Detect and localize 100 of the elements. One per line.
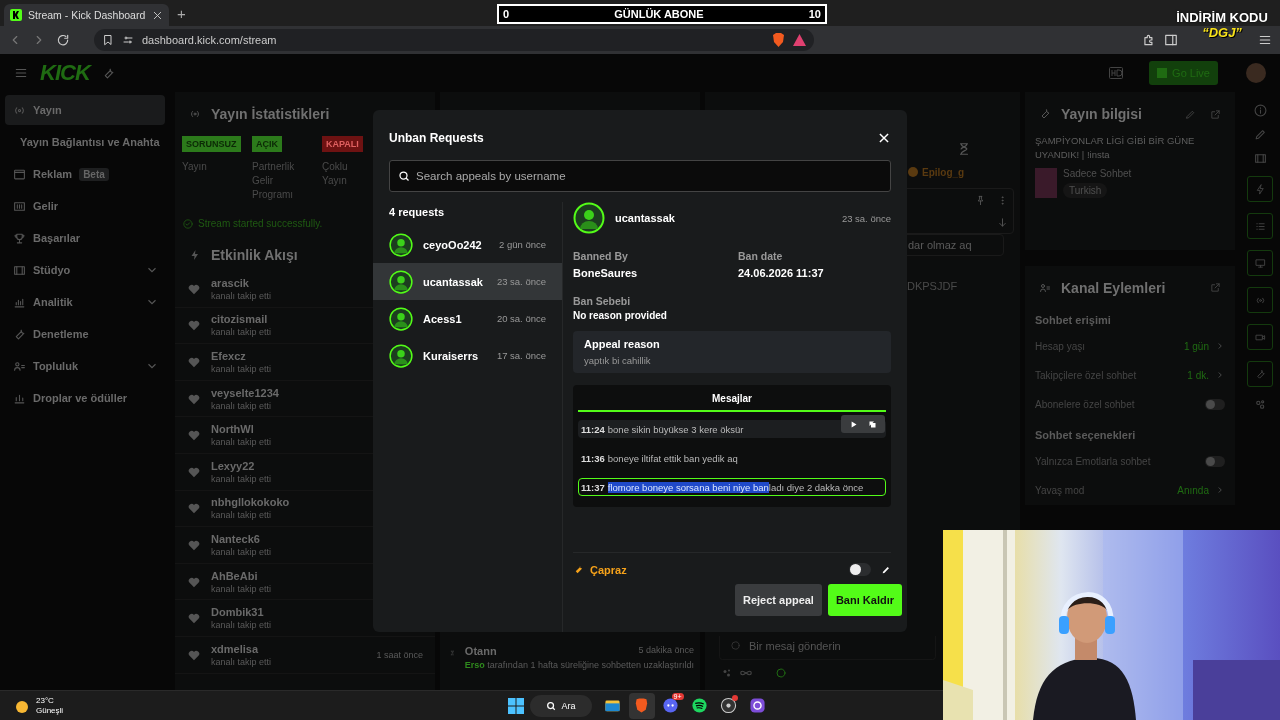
- menu-icon[interactable]: [1258, 33, 1272, 47]
- heart-icon: [187, 355, 201, 369]
- address-bar[interactable]: dashboard.kick.com/stream: [94, 29, 814, 51]
- event-username: Nanteck6: [211, 532, 260, 545]
- search-icon: [546, 700, 557, 711]
- site-settings-icon[interactable]: [122, 34, 134, 46]
- weather-condition: Güneşli: [36, 705, 64, 716]
- sidebar-item[interactable]: Droplar ve ödüller: [5, 383, 165, 413]
- info-icon[interactable]: [1253, 104, 1267, 117]
- bookmark-icon[interactable]: [102, 34, 114, 46]
- rail-button[interactable]: [1247, 250, 1273, 276]
- sidebar-item[interactable]: Reklam Beta: [5, 159, 165, 189]
- hd-icon[interactable]: [1109, 67, 1124, 79]
- request-item[interactable]: ucantassak 23 sa. önce: [373, 263, 562, 300]
- rail-button[interactable]: [1247, 176, 1273, 202]
- pencil-icon[interactable]: [1253, 128, 1267, 141]
- field-value: No reason provided: [573, 310, 668, 321]
- search-button[interactable]: Ara: [530, 694, 592, 717]
- logo-icon: [10, 9, 22, 21]
- event-action: kanalı takip etti: [211, 510, 272, 521]
- chat-message: DKPSJDF: [906, 280, 959, 292]
- close-icon[interactable]: [152, 9, 163, 21]
- request-time: 23 sa. önce: [841, 212, 891, 224]
- dots-icon[interactable]: [721, 667, 733, 679]
- chat-message: dar olmaz aq: [908, 239, 972, 251]
- rail-button[interactable]: [1247, 213, 1273, 239]
- hourglass-icon: [957, 142, 971, 156]
- sidebar-item[interactable]: Yayın: [5, 95, 165, 125]
- search-icon: [398, 170, 410, 182]
- extensions-icon[interactable]: [1142, 33, 1156, 47]
- sidebar-item[interactable]: Başarılar: [5, 223, 165, 253]
- temperature: 23°C: [36, 695, 55, 706]
- reload-icon[interactable]: [56, 33, 70, 47]
- avatar-icon: [389, 269, 413, 294]
- request-item[interactable]: Acess1 20 sa. önce: [373, 300, 562, 337]
- rail-button[interactable]: [1247, 324, 1273, 350]
- logo-icon: [1157, 68, 1168, 78]
- kick-logo[interactable]: KICK: [40, 60, 90, 86]
- record-icon: [720, 697, 737, 714]
- edit-icon[interactable]: [881, 564, 891, 575]
- heart-icon: [187, 611, 201, 626]
- reject-appeal-button[interactable]: Reject appeal: [735, 584, 822, 616]
- sidebar-item[interactable]: Analitik: [5, 287, 165, 317]
- bolt-icon: [189, 249, 201, 261]
- rail-button[interactable]: [1247, 361, 1273, 387]
- dots-icon[interactable]: [1253, 398, 1267, 411]
- sidebar-icon[interactable]: [1164, 33, 1178, 47]
- event-username: citozismail: [211, 313, 268, 326]
- triangle-icon[interactable]: [793, 34, 806, 46]
- event-username: AhBeAbi: [211, 569, 258, 582]
- unban-button[interactable]: Banı Kaldır: [827, 584, 902, 616]
- event-action: kanalı takip etti: [211, 546, 272, 557]
- lion-icon[interactable]: [772, 33, 785, 47]
- event-text: Erso tarafından 1 hafta süreliğine sohbetten uzaklaştırıldı: [464, 660, 694, 670]
- rail-button[interactable]: [1247, 287, 1273, 313]
- game-controller-icon: [662, 697, 679, 714]
- status-badge: AÇIK: [252, 136, 282, 152]
- sidebar-item[interactable]: Gelir: [5, 191, 165, 221]
- avatar-icon: [573, 202, 605, 234]
- arrow-down-icon[interactable]: [996, 216, 1008, 228]
- event-action: kanalı takip etti: [211, 473, 272, 484]
- messages-tab[interactable]: Mesajlar: [578, 391, 886, 412]
- field-value: BoneSaures: [573, 267, 639, 279]
- stream-title: ŞAMPİYONLAR LİGİ GİBİ BİR GÜNE UYANDIK! | !insta: [1034, 134, 1196, 162]
- chat-input[interactable]: Bir mesaj gönderin: [719, 636, 936, 660]
- external-link-icon[interactable]: [1210, 108, 1221, 120]
- event-action: kanalı takip etti: [211, 620, 272, 631]
- toggle-switch[interactable]: [849, 563, 871, 576]
- event-action: kanalı takip etti: [211, 437, 272, 448]
- request-item[interactable]: Kuraiserrs 17 sa. önce: [373, 337, 562, 374]
- event-username: arascik: [211, 276, 249, 289]
- windows-icon[interactable]: [508, 697, 524, 714]
- external-link-icon[interactable]: [1210, 282, 1221, 294]
- search-field[interactable]: Search appeals by username: [389, 160, 891, 192]
- heart-icon: [187, 318, 201, 333]
- copy-icon[interactable]: [868, 419, 877, 429]
- film-icon[interactable]: [1253, 152, 1267, 165]
- event-username: Efexcz: [211, 350, 246, 362]
- avatar-icon: [389, 343, 413, 368]
- sidebar-item[interactable]: Stüdyo: [5, 255, 165, 285]
- sidebar-item[interactable]: Denetleme: [5, 319, 165, 349]
- close-icon[interactable]: [877, 131, 891, 145]
- panel-title: Etkinlik Akışı: [211, 247, 298, 263]
- request-item[interactable]: ceyoOo242 2 gün önce: [373, 226, 562, 263]
- browser-tab[interactable]: Stream - Kick Dashboard: [4, 4, 169, 26]
- event-username: Dombik31: [211, 606, 264, 619]
- toggle-switch[interactable]: [1205, 398, 1225, 410]
- toggle-switch[interactable]: [1205, 455, 1225, 467]
- avatar-icon[interactable]: [1246, 63, 1266, 83]
- category-name: Sadece Sohbet: [1063, 167, 1132, 179]
- field-label: Ban Sebebi: [573, 295, 632, 307]
- new-tab-button[interactable]: +: [177, 4, 186, 22]
- sidebar-item[interactable]: Yayın Bağlantısı ve Anahta: [5, 127, 165, 157]
- circle-icon[interactable]: [775, 667, 787, 679]
- event-action: kanalı takip etti: [211, 583, 272, 594]
- stat-label: Çoklu Yayın: [322, 160, 349, 188]
- play-icon[interactable]: [849, 419, 858, 429]
- status-badge: SORUNSUZ: [182, 136, 241, 152]
- event-username: Lexyy22: [211, 459, 255, 472]
- sidebar-item[interactable]: Topluluk: [5, 351, 165, 381]
